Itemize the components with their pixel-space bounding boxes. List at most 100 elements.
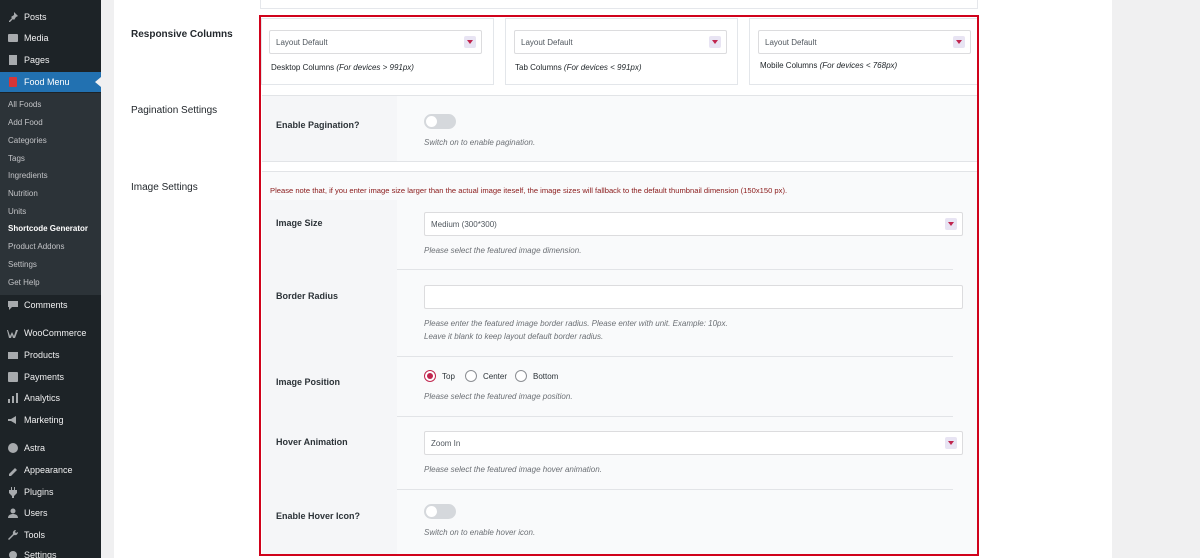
hover-animation-select[interactable]: Zoom In [424, 431, 963, 455]
menu-tools[interactable]: Tools [0, 525, 101, 545]
astra-icon [7, 442, 19, 454]
image-position-help: Please select the featured image positio… [424, 392, 573, 401]
submenu-nutrition[interactable]: Nutrition [8, 189, 38, 198]
menu-payments[interactable]: Payments [0, 367, 101, 387]
menu-media[interactable]: Media [0, 28, 101, 48]
submenu-add-food[interactable]: Add Food [8, 118, 43, 127]
menu-plugins[interactable]: Plugins [0, 482, 101, 502]
menu-label: Products [24, 350, 60, 360]
menu-users[interactable]: Users [0, 503, 101, 523]
menu-products[interactable]: Products [0, 345, 101, 365]
chevron-down-icon [464, 36, 476, 48]
appearance-icon [7, 464, 19, 476]
enable-pagination-toggle[interactable] [424, 114, 456, 129]
chevron-down-icon [953, 36, 965, 48]
submenu-shortcode-generator[interactable]: Shortcode Generator [8, 224, 88, 233]
menu-label: Users [24, 508, 48, 518]
hover-icon-help: Switch on to enable hover icon. [424, 528, 536, 537]
analytics-icon [7, 392, 19, 404]
divider [262, 95, 977, 96]
menu-appearance[interactable]: Appearance [0, 460, 101, 480]
mobile-columns-select[interactable]: Layout Default [758, 30, 971, 54]
submenu-tags[interactable]: Tags [8, 154, 25, 163]
menu-label: Appearance [24, 465, 73, 475]
responsive-columns-heading: Responsive Columns [131, 29, 233, 40]
menu-analytics[interactable]: Analytics [0, 388, 101, 408]
chevron-down-icon [945, 437, 957, 449]
border-radius-input[interactable] [424, 285, 963, 309]
menu-label: Tools [24, 530, 46, 540]
woocommerce-icon [7, 327, 19, 339]
caption-note: (For devices < 768px) [819, 61, 898, 70]
caption-text: Mobile Columns [760, 61, 818, 70]
submenu-categories[interactable]: Categories [8, 136, 47, 145]
menu-label: Media [24, 33, 49, 43]
menu-settings[interactable]: Settings [0, 545, 101, 558]
menu-label: Payments [24, 372, 65, 382]
enable-pagination-label: Enable Pagination? [276, 120, 360, 130]
menu-label: Analytics [24, 393, 61, 403]
comments-icon [7, 299, 19, 311]
menu-astra[interactable]: Astra [0, 438, 101, 458]
tab-columns-select[interactable]: Layout Default [514, 30, 727, 54]
position-bottom-radio[interactable]: Bottom [515, 370, 558, 382]
radio-icon [465, 370, 477, 382]
image-settings-heading: Image Settings [131, 182, 198, 193]
image-size-select[interactable]: Medium (300*300) [424, 212, 963, 236]
position-top-radio[interactable]: Top [424, 370, 455, 382]
menu-food-menu[interactable]: Food Menu [0, 72, 101, 92]
products-icon [7, 349, 19, 361]
tab-columns-caption: Tab Columns (For devices < 991px) [515, 63, 642, 72]
menu-label: Marketing [24, 415, 64, 425]
submenu-get-help[interactable]: Get Help [8, 278, 40, 287]
menu-label: Comments [24, 300, 68, 310]
mobile-columns-value: Layout Default [765, 37, 817, 47]
pages-icon [7, 54, 19, 66]
media-icon [7, 32, 19, 44]
menu-label: Pages [24, 55, 50, 65]
submenu-all-foods[interactable]: All Foods [8, 100, 41, 109]
desktop-columns-value: Layout Default [276, 37, 328, 47]
marketing-icon [7, 414, 19, 426]
position-center-radio[interactable]: Center [465, 370, 507, 382]
admin-sidebar: Posts Media Pages Food Menu All Foods Ad… [0, 0, 101, 558]
tab-columns-value: Layout Default [521, 37, 573, 47]
menu-comments[interactable]: Comments [0, 295, 101, 315]
caption-note: (For devices > 991px) [336, 63, 414, 72]
enable-hover-icon-toggle[interactable] [424, 504, 456, 519]
divider [397, 416, 953, 417]
radio-selected-icon [424, 370, 436, 382]
menu-label: Astra [24, 443, 46, 453]
divider [397, 269, 953, 270]
food-menu-icon [7, 76, 19, 88]
caption-text: Desktop Columns [271, 63, 335, 72]
desktop-columns-caption: Desktop Columns (For devices > 991px) [271, 63, 414, 72]
submenu-product-addons[interactable]: Product Addons [8, 242, 64, 251]
menu-label: Food Menu [24, 77, 70, 87]
radio-icon [515, 370, 527, 382]
image-position-label: Image Position [276, 377, 341, 387]
menu-label: Settings [24, 550, 57, 558]
caption-text: Tab Columns [515, 63, 562, 72]
menu-posts[interactable]: Posts [0, 7, 101, 27]
menu-label: Posts [24, 12, 47, 22]
menu-label: WooCommerce [24, 328, 87, 338]
submenu-units[interactable]: Units [8, 207, 26, 216]
menu-label: Plugins [24, 487, 54, 497]
menu-woocommerce[interactable]: WooCommerce [0, 323, 101, 343]
image-size-notice: Please note that, if you enter image siz… [270, 186, 788, 195]
submenu-ingredients[interactable]: Ingredients [8, 171, 48, 180]
radio-label: Bottom [533, 371, 559, 381]
previous-field-box [260, 0, 978, 9]
hover-animation-value: Zoom In [431, 438, 461, 448]
desktop-columns-select[interactable]: Layout Default [269, 30, 482, 54]
submenu-settings[interactable]: Settings [8, 260, 37, 269]
chevron-down-icon [709, 36, 721, 48]
food-menu-submenu: All Foods Add Food Categories Tags Ingre… [0, 93, 101, 295]
menu-pages[interactable]: Pages [0, 50, 101, 70]
pagination-help: Switch on to enable pagination. [424, 138, 536, 147]
menu-marketing[interactable]: Marketing [0, 410, 101, 430]
image-size-label: Image Size [276, 218, 323, 228]
users-icon [7, 507, 19, 519]
divider [397, 489, 953, 490]
